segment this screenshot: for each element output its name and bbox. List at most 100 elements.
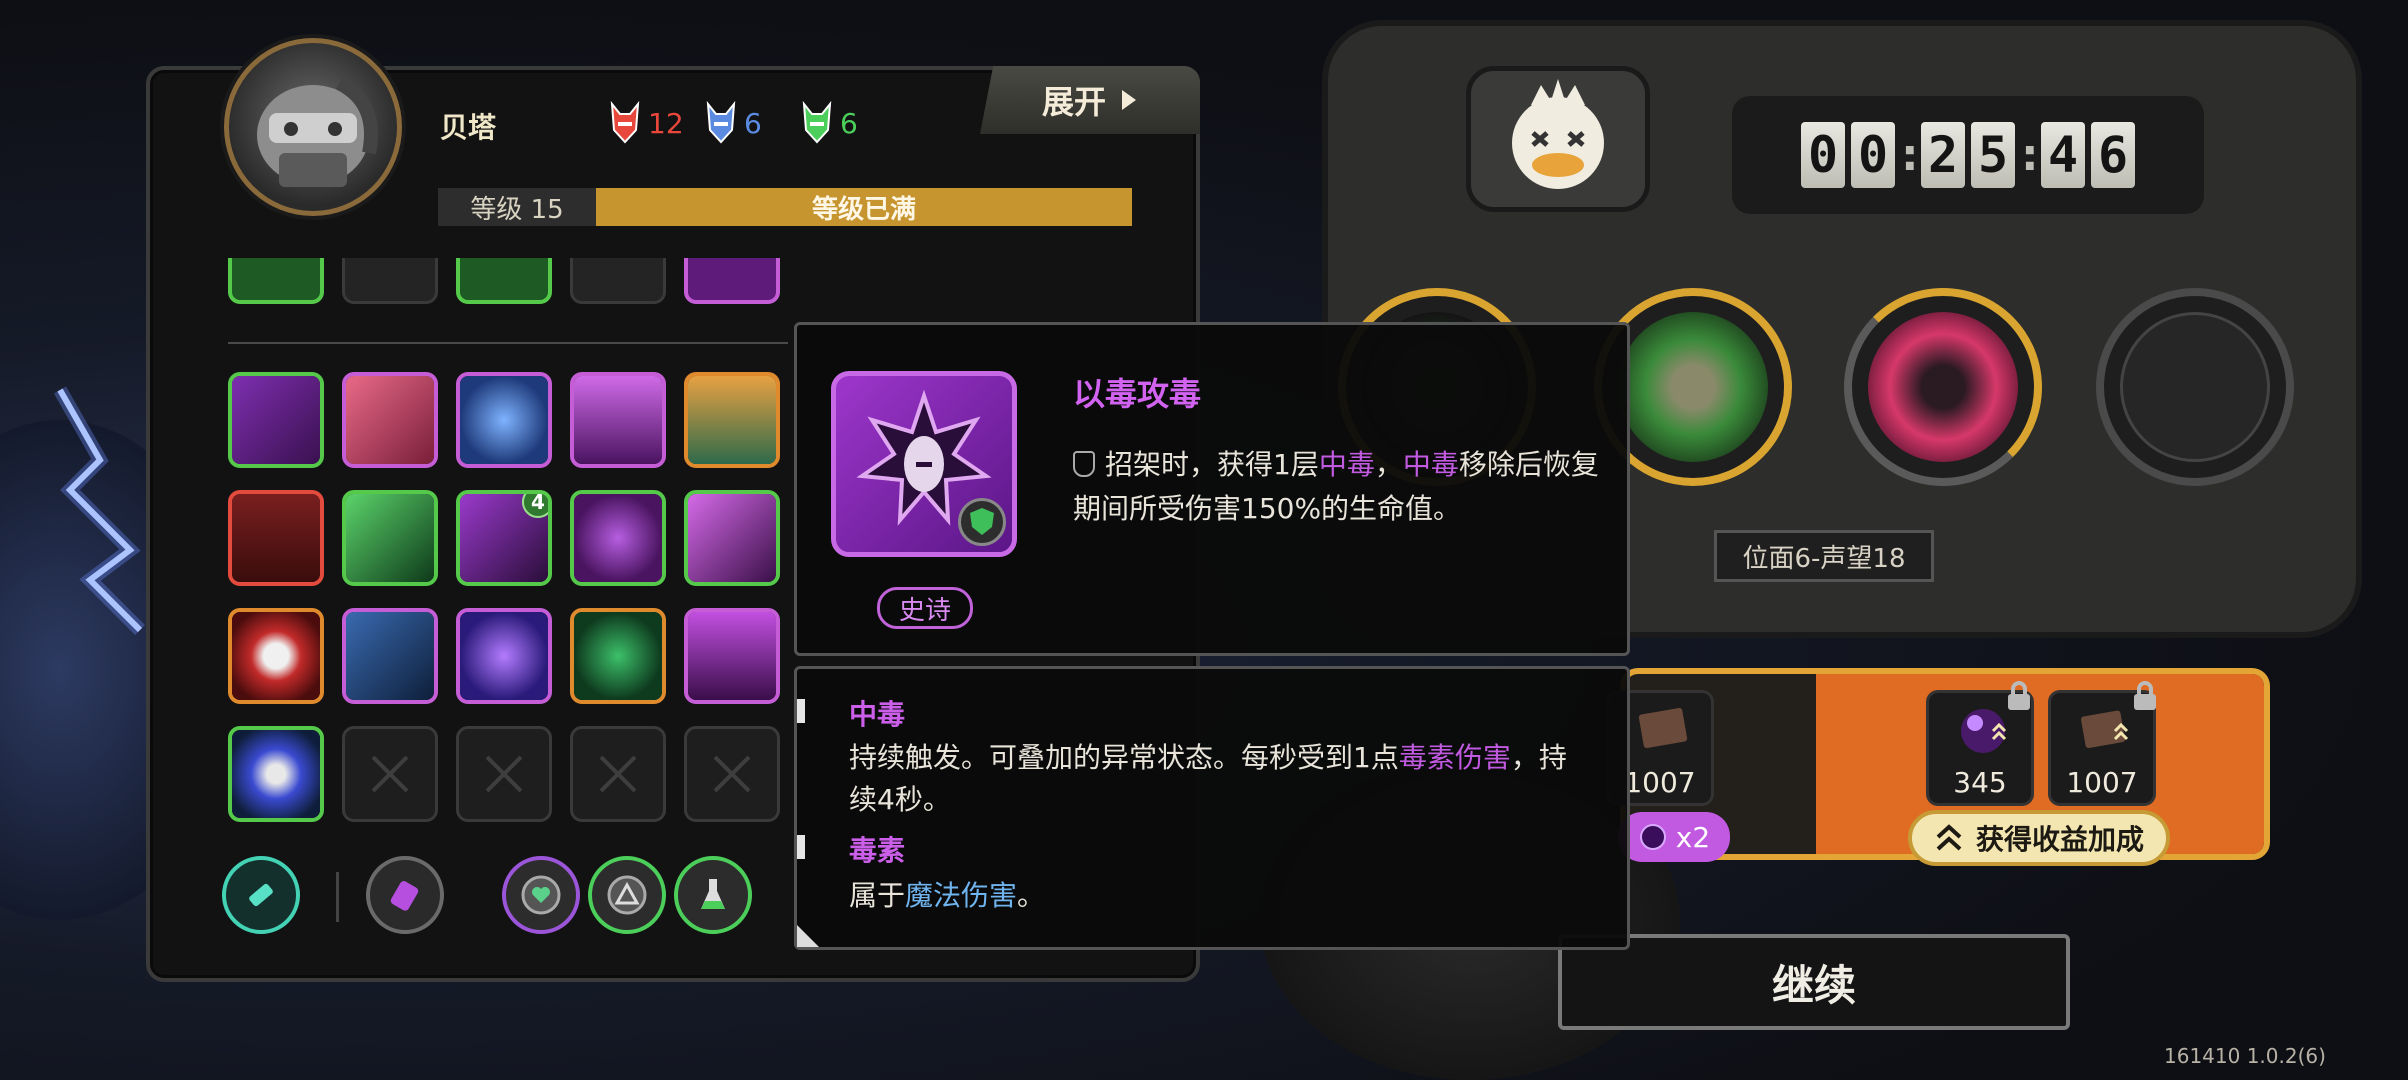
skill-slot-empty[interactable] (684, 726, 780, 822)
skill-slot[interactable] (684, 258, 780, 304)
desc-keyword-poison[interactable]: 中毒 (1319, 448, 1375, 481)
faction-red-count: 12 (648, 106, 684, 140)
lightning-effect (53, 386, 145, 635)
double-reward-label: x2 (1675, 820, 1711, 854)
duck-icon (1512, 79, 1604, 189)
flashlight-icon (249, 883, 273, 907)
skill-slot-purple-drip[interactable] (570, 372, 666, 468)
skill-slot-orange-gate[interactable] (684, 372, 780, 468)
keyword-text-part: 持续触发。可叠加的异常状态。每秒受到1点 (849, 741, 1399, 774)
skill-slot-green-claw[interactable] (228, 372, 324, 468)
canister-icon (390, 881, 419, 911)
timer-colon: : (1901, 129, 1919, 181)
skill-title: 以毒攻毒 (1073, 375, 1202, 413)
corner-marker-icon (797, 925, 819, 947)
skill-slot-green-wind[interactable] (342, 490, 438, 586)
lock-icon (2008, 681, 2030, 710)
core-flask-icon[interactable] (674, 856, 752, 934)
skill-slot-purple-capsule[interactable] (456, 608, 552, 704)
faction-blue-count: 6 (744, 106, 762, 140)
timer-digit: 0 (1851, 122, 1895, 188)
faction-green-count: 6 (840, 106, 858, 140)
skill-slot-blue-flower[interactable] (228, 726, 324, 822)
heart-gem-icon (521, 875, 561, 915)
lock-icon (2134, 681, 2156, 710)
orb-icon (1639, 824, 1666, 850)
skill-slot-purple-arrow[interactable] (684, 490, 780, 586)
reward-book-locked-count: 1007 (2066, 766, 2138, 799)
keyword-text-part: 属于 (849, 879, 906, 912)
skill-slot-green-swirl[interactable] (570, 608, 666, 704)
equipment-divider (336, 872, 339, 922)
continue-button[interactable]: 继续 (1558, 934, 2070, 1030)
blue-faction-icon (706, 100, 736, 144)
keyword-tooltip: 中毒 持续触发。可叠加的异常状态。每秒受到1点毒素伤害，持续4秒。 毒素 属于魔… (794, 666, 1630, 950)
skill-slot-empty[interactable] (570, 726, 666, 822)
skill-tooltip: 史诗 以毒攻毒 招架时，获得1层中毒，中毒移除后恢复期间所受伤害150%的生命值… (794, 322, 1630, 656)
timer-digit: 5 (1971, 122, 2015, 188)
get-bonus-button[interactable]: 获得收益加成 (1908, 810, 2170, 866)
timer-colon: : (2021, 129, 2039, 181)
green-faction-icon (802, 100, 832, 144)
skill-slot-pink-fist[interactable] (342, 372, 438, 468)
skill-slot-blue-crystal[interactable] (456, 372, 552, 468)
plane-reputation-label: 位面6-声望18 (1714, 530, 1934, 582)
double-chevron-up-icon (1936, 824, 1962, 851)
stage-ring-3[interactable] (1844, 288, 2042, 486)
timer-digit: 2 (1921, 122, 1965, 188)
skill-tooltip-icon (831, 371, 1017, 557)
difficulty-badge[interactable] (1466, 66, 1650, 212)
desc-text: 招架时，获得1层 (1105, 448, 1319, 481)
red-faction-icon (610, 100, 640, 144)
double-reward-chip[interactable]: x2 (1618, 812, 1730, 862)
timer-digit: 6 (2091, 122, 2135, 188)
skill-slot[interactable] (228, 258, 324, 304)
keyword-link[interactable]: 魔法伤害 (905, 879, 1017, 912)
skill-slot-purple-dragon[interactable]: 4 (456, 490, 552, 586)
keyword-title: 毒素 (849, 834, 906, 867)
skill-slot-blue-shark[interactable] (342, 608, 438, 704)
character-portrait[interactable] (224, 38, 402, 216)
run-timer: 0 0 : 2 5 : 4 6 (1732, 96, 2204, 214)
skill-slot[interactable] (456, 258, 552, 304)
skill-slot-empty[interactable] (342, 726, 438, 822)
stage-ring-4[interactable] (2096, 288, 2294, 486)
skill-slot-empty[interactable] (342, 258, 438, 304)
desc-text: ， (1374, 448, 1403, 481)
equipment-canister-icon[interactable] (366, 856, 444, 934)
parry-icon (1073, 451, 1095, 477)
core-heart-icon[interactable] (502, 856, 580, 934)
level-label: 等级 15 (438, 188, 596, 226)
book-icon (2081, 710, 2129, 749)
skill-slot-empty[interactable] (570, 258, 666, 304)
timer-digit: 4 (2041, 122, 2085, 188)
parry-shield-icon (958, 498, 1006, 546)
expand-label: 展开 (1041, 83, 1106, 121)
desc-keyword-poison[interactable]: 中毒 (1403, 448, 1459, 481)
skill-slot-purple-crown[interactable] (684, 608, 780, 704)
expand-button[interactable]: 展开 (980, 66, 1200, 134)
get-bonus-label: 获得收益加成 (1975, 823, 2144, 856)
flask-icon (701, 879, 725, 909)
triangle-gem-icon (607, 875, 647, 915)
play-arrow-icon (1122, 90, 1136, 110)
skill-slot-red-bullets[interactable] (228, 490, 324, 586)
keyword-text: 持续触发。可叠加的异常状态。每秒受到1点毒素伤害，持续4秒。 (849, 737, 1589, 821)
skill-slot-empty[interactable] (456, 726, 552, 822)
skill-row-scrolled (228, 258, 788, 306)
faction-green: 6 (800, 100, 858, 146)
skill-grid: 4 (228, 372, 780, 822)
keyword-text-part: 。 (1017, 879, 1046, 912)
section-divider (228, 342, 788, 344)
core-triangle-icon[interactable] (588, 856, 666, 934)
skill-slot-purple-web[interactable] (570, 490, 666, 586)
keyword-link[interactable]: 毒素伤害 (1399, 741, 1511, 774)
level-bar: 等级已满 (596, 188, 1132, 226)
faction-red: 12 (608, 100, 684, 146)
skill-slot-red-tooth[interactable] (228, 608, 324, 704)
book-icon (1638, 707, 1688, 749)
character-name: 贝塔 (440, 111, 497, 144)
timer-digit: 0 (1801, 122, 1845, 188)
rarity-badge: 史诗 (877, 587, 973, 629)
equipment-flashlight-icon[interactable] (222, 856, 300, 934)
